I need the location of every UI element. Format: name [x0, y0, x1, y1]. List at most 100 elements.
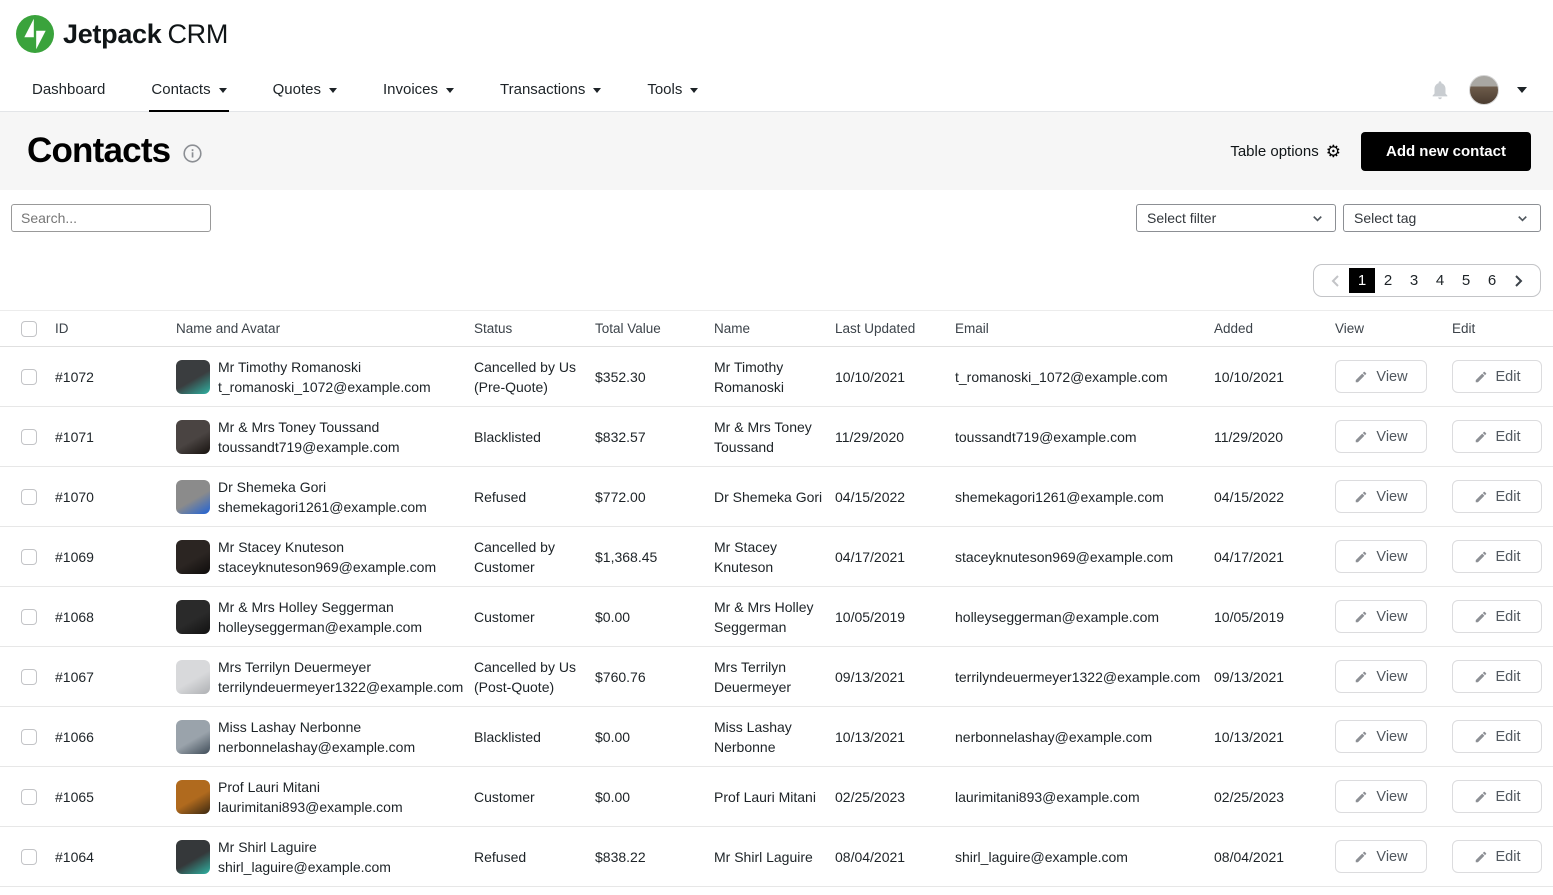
contact-display-name[interactable]: Mr Timothy Romanoski — [218, 357, 431, 377]
row-checkbox[interactable] — [21, 489, 37, 505]
view-button[interactable]: View — [1335, 780, 1427, 813]
view-button[interactable]: View — [1335, 720, 1427, 753]
view-button[interactable]: View — [1335, 660, 1427, 693]
edit-button[interactable]: Edit — [1452, 840, 1542, 873]
contact-display-name[interactable]: Mr Shirl Laguire — [218, 837, 391, 857]
row-checkbox[interactable] — [21, 729, 37, 745]
pagination-page-2[interactable]: 2 — [1375, 268, 1401, 293]
pagination-next-icon[interactable] — [1505, 268, 1531, 293]
contact-email: nerbonnelashay@example.com — [955, 727, 1214, 747]
pagination-page-1[interactable]: 1 — [1349, 268, 1375, 293]
contact-display-name[interactable]: Mr Stacey Knuteson — [218, 537, 436, 557]
contact-display-name[interactable]: Prof Lauri Mitani — [218, 777, 403, 797]
nav-item-dashboard[interactable]: Dashboard — [30, 68, 107, 111]
pencil-icon — [1474, 370, 1488, 384]
pagination-prev-icon[interactable] — [1323, 268, 1349, 293]
nav-item-invoices[interactable]: Invoices — [381, 68, 456, 111]
row-checkbox-cell — [0, 669, 55, 685]
col-header-id: ID — [55, 319, 176, 339]
row-checkbox[interactable] — [21, 549, 37, 565]
contact-email-inline[interactable]: toussandt719@example.com — [218, 437, 400, 457]
contact-email: holleyseggerman@example.com — [955, 607, 1214, 627]
jetpack-logo-icon — [16, 15, 54, 53]
user-menu-caret-icon[interactable] — [1517, 87, 1527, 93]
contact-email-inline[interactable]: shirl_laguire@example.com — [218, 857, 391, 877]
contact-added: 02/25/2023 — [1214, 787, 1335, 807]
contact-email-inline[interactable]: t_romanoski_1072@example.com — [218, 377, 431, 397]
chevron-down-icon — [219, 88, 227, 93]
edit-button[interactable]: Edit — [1452, 720, 1542, 753]
contact-email-inline[interactable]: laurimitani893@example.com — [218, 797, 403, 817]
view-button[interactable]: View — [1335, 480, 1427, 513]
filter-select[interactable]: Select filter — [1136, 204, 1336, 232]
contact-avatar[interactable] — [176, 480, 210, 514]
pagination-page-5[interactable]: 5 — [1453, 268, 1479, 293]
contact-name-avatar-cell: Mr & Mrs Toney Toussandtoussandt719@exam… — [176, 417, 474, 457]
table-row: #1065Prof Lauri Mitanilaurimitani893@exa… — [0, 767, 1553, 827]
page-title: Contacts — [27, 131, 170, 171]
contact-display-name[interactable]: Mr & Mrs Toney Toussand — [218, 417, 400, 437]
contact-email-inline[interactable]: shemekagori1261@example.com — [218, 497, 427, 517]
edit-button[interactable]: Edit — [1452, 360, 1542, 393]
row-checkbox[interactable] — [21, 849, 37, 865]
contact-avatar[interactable] — [176, 840, 210, 874]
contact-display-name[interactable]: Mrs Terrilyn Deuermeyer — [218, 657, 463, 677]
view-button[interactable]: View — [1335, 540, 1427, 573]
add-new-contact-button[interactable]: Add new contact — [1361, 132, 1531, 171]
edit-button[interactable]: Edit — [1452, 660, 1542, 693]
view-button[interactable]: View — [1335, 840, 1427, 873]
pencil-icon — [1474, 790, 1488, 804]
edit-button[interactable]: Edit — [1452, 600, 1542, 633]
contact-avatar[interactable] — [176, 540, 210, 574]
edit-button[interactable]: Edit — [1452, 540, 1542, 573]
contact-avatar[interactable] — [176, 600, 210, 634]
chevron-down-icon — [1515, 211, 1530, 226]
edit-button[interactable]: Edit — [1452, 780, 1542, 813]
view-button[interactable]: View — [1335, 360, 1427, 393]
contact-id: #1072 — [55, 367, 176, 387]
nav-items: Dashboard Contacts Quotes Invoices Transacti… — [30, 68, 700, 111]
contact-email-inline[interactable]: terrilyndeuermeyer1322@example.com — [218, 677, 463, 697]
contact-avatar[interactable] — [176, 660, 210, 694]
contact-last-updated: 08/04/2021 — [835, 847, 955, 867]
view-button[interactable]: View — [1335, 420, 1427, 453]
nav-item-contacts[interactable]: Contacts — [149, 68, 228, 112]
pencil-icon — [1474, 670, 1488, 684]
table-options-button[interactable]: Table options ⚙ — [1230, 143, 1341, 160]
contact-avatar[interactable] — [176, 420, 210, 454]
contact-display-name[interactable]: Mr & Mrs Holley Seggerman — [218, 597, 422, 617]
contact-avatar[interactable] — [176, 780, 210, 814]
row-checkbox[interactable] — [21, 609, 37, 625]
edit-button[interactable]: Edit — [1452, 480, 1542, 513]
jetpack-crm-logo[interactable]: JetpackCRM — [16, 15, 228, 53]
row-checkbox[interactable] — [21, 789, 37, 805]
user-avatar[interactable] — [1469, 75, 1499, 105]
contact-avatar[interactable] — [176, 720, 210, 754]
brand-name: JetpackCRM — [63, 19, 228, 50]
row-checkbox[interactable] — [21, 669, 37, 685]
pagination-page-6[interactable]: 6 — [1479, 268, 1505, 293]
pagination-page-3[interactable]: 3 — [1401, 268, 1427, 293]
contact-email-inline[interactable]: staceyknuteson969@example.com — [218, 557, 436, 577]
nav-item-transactions[interactable]: Transactions — [498, 68, 603, 111]
row-checkbox[interactable] — [21, 429, 37, 445]
tag-select[interactable]: Select tag — [1343, 204, 1541, 232]
nav-item-tools[interactable]: Tools — [645, 68, 700, 111]
select-all-checkbox[interactable] — [21, 321, 37, 337]
view-cell: View — [1335, 540, 1452, 573]
contact-email-inline[interactable]: nerbonnelashay@example.com — [218, 737, 415, 757]
view-button[interactable]: View — [1335, 600, 1427, 633]
info-icon[interactable] — [183, 144, 202, 163]
row-checkbox-cell — [0, 729, 55, 745]
nav-item-quotes[interactable]: Quotes — [271, 68, 339, 111]
row-checkbox[interactable] — [21, 369, 37, 385]
contact-display-name[interactable]: Miss Lashay Nerbonne — [218, 717, 415, 737]
edit-button[interactable]: Edit — [1452, 420, 1542, 453]
contact-email-inline[interactable]: holleyseggerman@example.com — [218, 617, 422, 637]
contact-avatar[interactable] — [176, 360, 210, 394]
search-input[interactable] — [11, 204, 211, 232]
contact-display-name[interactable]: Dr Shemeka Gori — [218, 477, 427, 497]
notifications-bell-icon[interactable] — [1429, 79, 1451, 101]
pagination-page-4[interactable]: 4 — [1427, 268, 1453, 293]
contact-email: shirl_laguire@example.com — [955, 847, 1214, 867]
